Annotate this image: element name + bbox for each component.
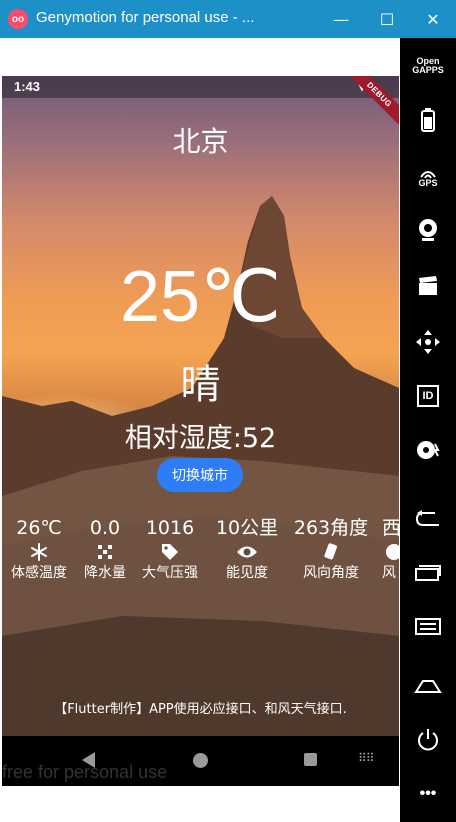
- temperature: 25℃: [120, 257, 281, 337]
- disk-icon: [417, 441, 440, 459]
- metric-value: 263角度: [293, 517, 369, 539]
- menu-icon: [415, 618, 441, 635]
- metric-value: 1016: [145, 517, 195, 539]
- genymotion-toolbar: Open GAPPS GPS ID •••: [400, 38, 456, 822]
- metric-label: 大气压强: [142, 565, 198, 581]
- metric-visibility: 10公里 能见度: [212, 516, 282, 582]
- window-title: Genymotion for personal use - ...: [36, 9, 255, 26]
- back-icon: [415, 510, 439, 526]
- gps-icon: [420, 170, 436, 179]
- home-icon: [414, 680, 442, 693]
- humidity: 相对湿度:52: [124, 423, 277, 454]
- pressure-tag-icon: [138, 540, 202, 564]
- webcam-button[interactable]: [400, 208, 456, 252]
- media-clapper-icon: [419, 276, 437, 295]
- gps-label: GPS: [418, 177, 438, 188]
- metric-value: 26℃: [16, 517, 62, 539]
- device-id-icon: ID: [417, 385, 439, 407]
- metric-label: 能见度: [226, 565, 268, 581]
- open-gapps-button[interactable]: Open GAPPS: [400, 44, 456, 88]
- dpad-icon: [416, 330, 440, 354]
- recent-apps-button[interactable]: [400, 550, 456, 594]
- home-button[interactable]: [400, 664, 456, 708]
- more-button[interactable]: •••: [400, 772, 456, 816]
- status-time: 1:43: [14, 79, 41, 94]
- metric-label: 降水量: [84, 565, 126, 581]
- wind-direction-icon: [290, 540, 372, 564]
- power-icon: [418, 729, 438, 751]
- city-name: 北京: [172, 125, 229, 158]
- nav-home-icon[interactable]: [193, 753, 208, 768]
- media-button[interactable]: [400, 264, 456, 308]
- recent-apps-icon: [415, 565, 441, 581]
- maximize-button[interactable]: ☐: [364, 0, 410, 38]
- device-id-button[interactable]: ID: [400, 374, 456, 418]
- switch-city-button[interactable]: 切换城市: [157, 458, 243, 492]
- metric-label: 体感温度: [11, 565, 67, 581]
- nav-recent-apps-icon[interactable]: [304, 753, 317, 766]
- battery-icon: [421, 108, 435, 132]
- genymotion-logo-icon: oo: [8, 9, 28, 29]
- metric-precipitation: 0.0 降水量: [80, 516, 130, 582]
- metric-label: 风: [382, 565, 396, 581]
- more-icon: •••: [419, 785, 437, 802]
- phone-screen: 1:43 ▼ ▮ DEBUG 北京 25℃ 晴 相对湿度:52 切换城市 26℃…: [2, 76, 399, 736]
- eye-icon: [212, 540, 282, 564]
- minimize-button[interactable]: —: [318, 0, 364, 38]
- status-bar: 1:43 ▼ ▮: [2, 76, 399, 98]
- disk-button[interactable]: [400, 428, 456, 472]
- footer-note: 【Flutter制作】APP使用必应接口、和风天气接口.: [54, 702, 347, 717]
- metric-value: 10公里: [215, 517, 279, 539]
- open-gapps-icon: Open GAPPS: [412, 56, 444, 75]
- rain-dots-icon: [80, 540, 130, 564]
- watermark-text: free for personal use: [2, 762, 168, 782]
- metric-label: 风向角度: [303, 565, 359, 581]
- snowflake-icon: [4, 540, 74, 564]
- metric-value: 西: [382, 517, 399, 539]
- metric-feels-like: 26℃ 体感温度: [4, 516, 74, 582]
- keyboard-icon[interactable]: ⠿⠿: [358, 751, 375, 765]
- gps-button[interactable]: GPS: [400, 156, 456, 200]
- back-button[interactable]: [400, 496, 456, 540]
- power-button[interactable]: [400, 718, 456, 762]
- menu-button[interactable]: [400, 604, 456, 648]
- dpad-button[interactable]: [400, 320, 456, 364]
- metric-wind-direction: 263角度 风向角度: [290, 516, 372, 582]
- webcam-icon: [419, 219, 437, 241]
- metric-wind: 西 风: [382, 516, 399, 582]
- window-titlebar: oo Genymotion for personal use - ... — ☐…: [0, 0, 456, 38]
- battery-button[interactable]: [400, 98, 456, 142]
- close-button[interactable]: ✕: [410, 0, 456, 38]
- metric-value: 0.0: [89, 517, 121, 539]
- metric-pressure: 1016 大气压强: [138, 516, 202, 582]
- wind-icon: [382, 540, 399, 564]
- weather-condition: 晴: [180, 362, 221, 408]
